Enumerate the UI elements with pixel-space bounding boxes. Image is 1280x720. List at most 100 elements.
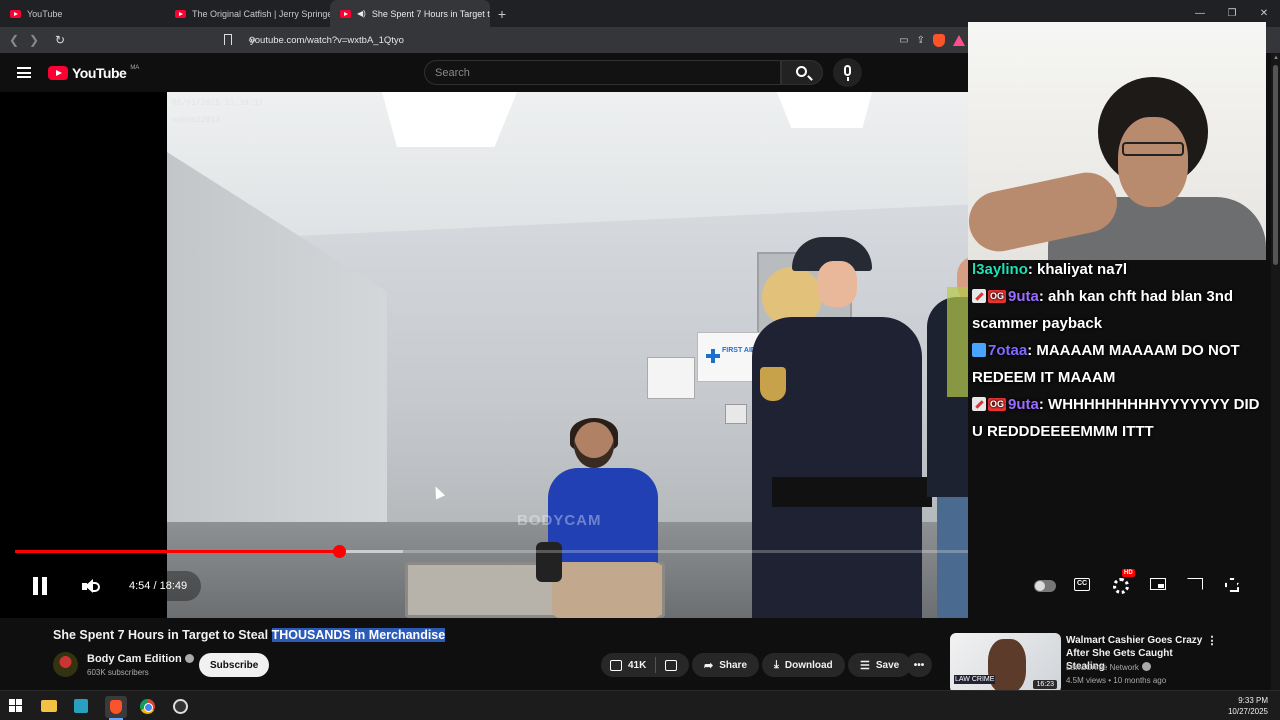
hd-badge: HD — [1122, 569, 1135, 577]
dislike-button[interactable] — [656, 653, 686, 677]
video-title-selected-text: THOUSANDS in Merchandise — [271, 628, 446, 642]
chrome-icon[interactable] — [140, 699, 155, 714]
speaker-icon: ◀) — [357, 9, 366, 18]
search-input[interactable] — [425, 61, 780, 84]
search-button[interactable] — [781, 60, 823, 85]
recommended-video-thumbnail[interactable]: LAW CRIME 16:23 — [950, 633, 1061, 693]
tab-current-video[interactable]: ◀) She Spent 7 Hours in Target t ✕ — [330, 0, 490, 27]
youtube-wordmark: YouTube — [72, 65, 127, 81]
site-info-icon[interactable]: ⚙ — [248, 35, 258, 45]
download-label: Download — [784, 659, 833, 671]
voice-search-button[interactable] — [833, 58, 862, 87]
chat-message: OG 9uta: WHHHHHHHHHYYYYYYY DID U REDDDEEE… — [972, 396, 1260, 440]
progress-bar[interactable] — [15, 550, 968, 553]
volume-button[interactable] — [82, 578, 100, 596]
share-label: Share — [719, 659, 748, 671]
file-explorer-icon[interactable] — [41, 700, 57, 712]
subscribe-button[interactable]: Subscribe — [199, 653, 270, 677]
forward-button[interactable]: ❯ — [24, 27, 44, 53]
more-vert-icon[interactable]: ⋮ — [1206, 634, 1218, 648]
reload-button[interactable]: ↻ — [50, 27, 70, 53]
miniplayer-icon[interactable] — [1150, 578, 1166, 590]
share-icon[interactable]: ⇪ — [917, 35, 925, 46]
first-aid-label: FIRST AID — [722, 347, 756, 354]
brave-rewards-icon[interactable] — [953, 34, 965, 46]
code-editor-icon[interactable] — [74, 699, 88, 713]
back-button[interactable]: ❮ — [4, 27, 24, 53]
streamer-webcam — [968, 22, 1266, 260]
verified-icon — [184, 654, 194, 663]
extension-icons: ▭ ⇪ — [899, 30, 965, 50]
chat-username: 7otaa — [988, 342, 1028, 359]
clock-date: 10/27/2025 — [1227, 707, 1268, 716]
youtube-logo[interactable]: YouTube MA — [48, 65, 139, 81]
video-title-text: She Spent 7 Hours in Target to Steal — [53, 628, 272, 642]
brave-shields-icon[interactable] — [933, 33, 945, 47]
page-scrollbar[interactable]: ▲ — [1271, 53, 1280, 690]
scroll-up-icon[interactable]: ▲ — [1273, 55, 1279, 61]
settings-gear-icon[interactable] — [1113, 578, 1129, 594]
chat-username: l3aylino — [972, 261, 1028, 278]
share-button[interactable]: ➦ Share — [692, 653, 760, 677]
youtube-favicon-icon — [175, 9, 186, 18]
video-player[interactable]: FIRST AID 05/01/2025 13:39:17 xpbno22@13… — [0, 92, 968, 618]
police-patch-icon — [760, 367, 786, 401]
first-aid-cross-icon — [706, 349, 720, 363]
ceiling-light — [777, 92, 872, 128]
security-guard — [927, 257, 968, 618]
autoplay-toggle[interactable] — [1034, 580, 1056, 592]
tab-label: The Original Catfish | Jerry Springer — [192, 8, 330, 19]
menu-icon[interactable] — [17, 67, 31, 78]
save-button[interactable]: ☰ Save — [848, 653, 912, 677]
microphone-icon — [844, 65, 851, 81]
chat-message: OG 9uta: ahh kan chft had blan 3nd scamme… — [972, 288, 1234, 332]
obs-icon[interactable] — [173, 699, 188, 714]
chat-message: 7otaa: MAAAAM MAAAAM DO NOT REDEEM IT MA… — [972, 342, 1240, 386]
channel-name[interactable]: Body Cam Edition — [87, 653, 194, 665]
channel-watermark: BODYCAM — [517, 512, 602, 529]
scrubber-handle[interactable] — [332, 545, 346, 558]
chat-username: 9uta — [1008, 396, 1039, 413]
fullscreen-icon[interactable] — [1225, 578, 1239, 592]
bodycam-timestamp: 05/01/2025 13:39:17 — [172, 99, 264, 108]
like-button[interactable]: 41K — [601, 653, 655, 677]
youtube-favicon-icon — [10, 9, 21, 18]
calendar-badge-icon — [972, 343, 986, 357]
bookmark-icon[interactable] — [224, 34, 232, 45]
address-bar[interactable]: ⚙ youtube.com/watch?v=wxtbA_1Qtyo ▭ ⇪ — [220, 30, 965, 50]
player-controls: 4:54 / 18:49 — [0, 567, 968, 607]
channel-name-text[interactable]: Body Cam Edition — [87, 653, 182, 665]
og-badge: OG — [988, 290, 1007, 303]
pause-button[interactable] — [33, 577, 47, 595]
recommended-channel-name[interactable]: Law&Crime Network — [1066, 663, 1139, 672]
screen: YouTube The Original Catfish | Jerry Spr… — [0, 0, 1280, 720]
channel-avatar[interactable] — [53, 652, 78, 677]
subscriber-count: 603K subscribers — [87, 668, 149, 677]
youtube-favicon-icon — [340, 9, 351, 18]
captions-button[interactable]: CC — [1074, 578, 1090, 591]
url-text[interactable]: youtube.com/watch?v=wxtbA_1Qtyo — [250, 35, 404, 46]
youtube-play-icon — [48, 66, 68, 80]
scrollbar-thumb[interactable] — [1273, 65, 1278, 265]
tab-jerry-springer[interactable]: The Original Catfish | Jerry Springer — [165, 0, 330, 27]
played-bar — [15, 550, 339, 553]
thumbs-up-icon — [610, 659, 622, 671]
download-icon: ⤓ — [774, 658, 779, 671]
like-dislike-group: 41K — [601, 653, 689, 677]
brave-browser-icon[interactable] — [105, 696, 127, 720]
chat-text: khaliyat na7l — [1037, 261, 1128, 278]
new-tab-button[interactable]: + — [490, 0, 514, 27]
tab-youtube[interactable]: YouTube — [0, 0, 165, 27]
recommended-channel[interactable]: Law&Crime Network — [1066, 662, 1151, 672]
download-button[interactable]: ⤓ Download — [762, 653, 845, 677]
windows-start-icon[interactable] — [9, 699, 22, 712]
player-controls-right: CC HD — [1030, 567, 1250, 607]
chat-message: l3aylino: khaliyat na7l — [972, 261, 1128, 278]
verified-icon — [1141, 662, 1151, 671]
cast-icon[interactable] — [1187, 578, 1203, 590]
recommended-video-meta: 4.5M views • 10 months ago — [1066, 676, 1167, 685]
share-arrow-icon: ➦ — [704, 659, 714, 672]
system-clock[interactable]: 9:33 PM 10/27/2025 — [1228, 695, 1268, 717]
screen-icon[interactable]: ▭ — [899, 35, 908, 46]
more-actions-button[interactable]: ••• — [906, 653, 932, 677]
